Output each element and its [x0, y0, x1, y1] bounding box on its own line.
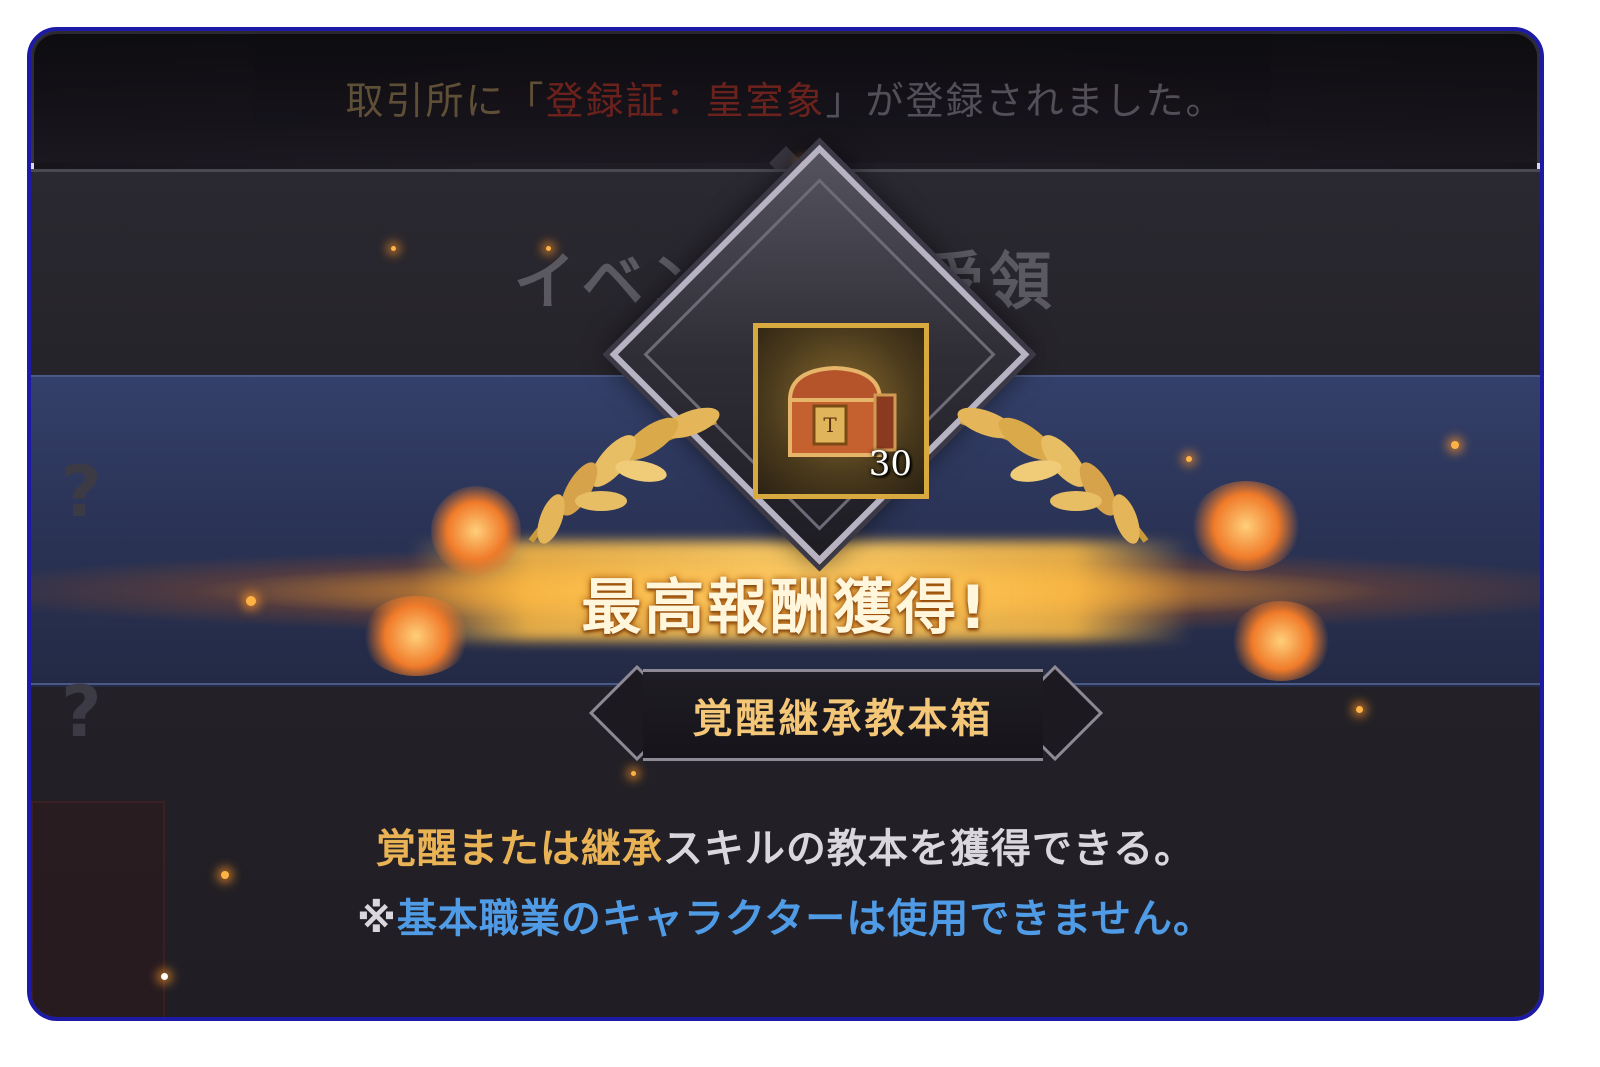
item-restriction-note: ※基本職業のキャラクターは使用できません。 — [31, 886, 1540, 944]
reward-popup-window: 取引所に 「 登録証：皇室象 」 が登録されました。 イベント報酬受領 ? ? — [27, 27, 1544, 1021]
exchange-notice-bar: 取引所に 「 登録証：皇室象 」 が登録されました。 — [31, 31, 1540, 163]
notice-open-quote: 「 — [505, 78, 546, 123]
spark — [391, 246, 396, 251]
description-text: スキルの教本を獲得できる。 — [662, 826, 1196, 872]
note-mark: ※ — [356, 896, 397, 942]
flame-effect — [1191, 481, 1301, 571]
reward-item-slot[interactable]: T 30 — [753, 323, 929, 499]
question-mark-icon: ? — [61, 671, 102, 753]
spark — [1356, 706, 1363, 713]
spark — [631, 771, 636, 776]
notice-item-name: 登録証：皇室象 — [545, 78, 826, 123]
note-text: 基本職業のキャラクターは使用できません。 — [396, 896, 1215, 942]
spark — [161, 973, 168, 980]
item-name-plate: 覚醒継承教本箱 — [643, 669, 1043, 761]
laurel-right-icon — [957, 407, 1149, 544]
spark — [1451, 441, 1459, 449]
svg-text:T: T — [823, 413, 837, 437]
spark — [546, 246, 551, 251]
laurel-left-icon — [528, 407, 720, 544]
notice-prefix: 取引所に — [345, 78, 506, 123]
best-reward-headline: 最高報酬獲得! — [581, 573, 990, 643]
item-quantity: 30 — [868, 444, 912, 484]
notice-close-quote: 」 — [825, 78, 866, 123]
item-name: 覚醒継承教本箱 — [692, 696, 994, 742]
description-highlight: 覚醒または継承 — [375, 826, 663, 872]
notice-suffix: が登録されました。 — [865, 78, 1226, 123]
spark — [1186, 456, 1192, 462]
item-description: 覚醒または継承スキルの教本を獲得できる。 — [31, 816, 1540, 874]
